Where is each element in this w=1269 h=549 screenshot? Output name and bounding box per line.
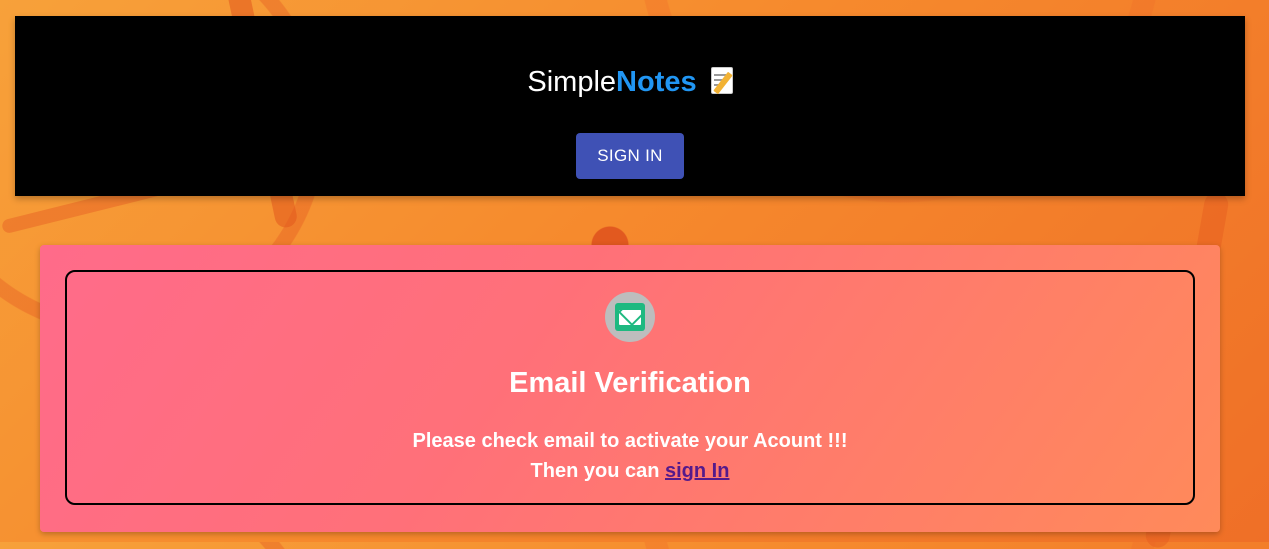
envelope-flap [619,310,641,325]
brand-prefix: Simple [527,66,617,98]
verification-message: Please check email to activate your Acou… [412,430,848,452]
verification-instruction: Then you can sign In [67,458,1193,484]
verification-panel: Email Verification Please check email to… [65,270,1195,505]
verification-card: Email Verification Please check email to… [40,245,1220,532]
envelope-shape [619,310,641,325]
brand-logo: SimpleNotes [15,62,1245,102]
brand-accent: Notes [616,66,697,98]
instruction-text: Then you can [530,460,665,482]
top-header: SimpleNotes SIGN IN [15,16,1245,196]
page-title: Email Verification [509,367,751,399]
mail-icon [615,303,645,331]
sign-in-link[interactable]: sign In [665,460,729,482]
avatar [605,292,655,342]
sign-in-button[interactable]: SIGN IN [576,133,684,179]
memo-icon [709,65,733,95]
